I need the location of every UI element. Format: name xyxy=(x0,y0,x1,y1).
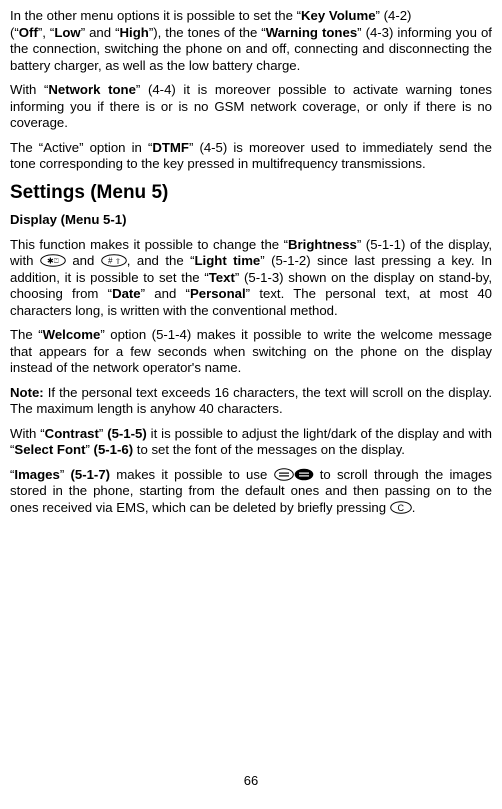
paragraph-network-tone: With “Network tone” (4-4) it is moreover… xyxy=(10,82,492,132)
key-up-icon xyxy=(274,468,294,481)
bold-date: Date xyxy=(112,286,141,301)
text: makes it possible to use xyxy=(110,467,273,482)
text: The “ xyxy=(10,327,43,342)
bold-welcome: Welcome xyxy=(43,327,101,342)
bold-off: Off xyxy=(19,25,38,40)
bold-text: Text xyxy=(209,270,235,285)
text: With “ xyxy=(10,426,45,441)
bold-warning-tones: Warning tones xyxy=(266,25,357,40)
key-down-icon xyxy=(294,468,314,481)
bold-dtmf: DTMF xyxy=(152,140,189,155)
paragraph-dtmf: The “Active” option in “DTMF” (4-5) is m… xyxy=(10,140,492,173)
text: ” xyxy=(60,467,71,482)
text: ” and “ xyxy=(141,286,190,301)
bold-contrast: Contrast xyxy=(45,426,99,441)
key-hash-icon: #⇧ xyxy=(101,254,127,267)
key-star-icon: ✱⏍ xyxy=(40,254,66,267)
text: and xyxy=(66,253,101,268)
text: The “Active” option in “ xyxy=(10,140,152,155)
text: This function makes it possible to chang… xyxy=(10,237,288,252)
svg-text:⏍: ⏍ xyxy=(54,258,59,265)
heading-display: Display (Menu 5-1) xyxy=(10,212,492,229)
text: ” and “ xyxy=(81,25,120,40)
svg-text:C: C xyxy=(397,503,404,513)
bold-high: High xyxy=(120,25,149,40)
paragraph-key-volume: In the other menu options it is possible… xyxy=(10,8,492,74)
bold-note: Note: xyxy=(10,385,44,400)
bold-select-font: Select Font xyxy=(14,442,85,457)
text: , and the “ xyxy=(127,253,195,268)
text: ” xyxy=(99,426,107,441)
bold-network-tone: Network tone xyxy=(48,82,136,97)
text: . xyxy=(412,500,416,515)
bold-light-time: Light time xyxy=(194,253,260,268)
text: ”, “ xyxy=(38,25,54,40)
paragraph-brightness: This function makes it possible to chang… xyxy=(10,237,492,320)
bold-515: (5-1-5) xyxy=(107,426,147,441)
paragraph-note: Note: If the personal text exceeds 16 ch… xyxy=(10,385,492,418)
paragraph-images: “Images” (5-1-7) makes it possible to us… xyxy=(10,467,492,517)
svg-text:✱: ✱ xyxy=(47,257,54,266)
text: ” (4-2) xyxy=(376,8,412,23)
key-c-icon: C xyxy=(390,501,412,514)
svg-text:⇧: ⇧ xyxy=(115,258,121,266)
heading-settings: Settings (Menu 5) xyxy=(10,181,492,205)
bold-display-heading: Display (Menu 5-1) xyxy=(10,212,127,227)
text: ” xyxy=(85,442,93,457)
page-number: 66 xyxy=(0,773,502,789)
svg-text:#: # xyxy=(108,257,113,266)
bold-517: (5-1-7) xyxy=(70,467,110,482)
text: In the other menu options it is possible… xyxy=(10,8,301,23)
text: to set the font of the messages on the d… xyxy=(133,442,405,457)
text: If the personal text exceeds 16 characte… xyxy=(10,385,492,417)
bold-key-volume: Key Volume xyxy=(301,8,376,23)
bold-personal: Personal xyxy=(190,286,246,301)
paragraph-welcome: The “Welcome” option (5-1-4) makes it po… xyxy=(10,327,492,377)
bold-low: Low xyxy=(54,25,80,40)
paragraph-contrast: With “Contrast” (5-1-5) it is possible t… xyxy=(10,426,492,459)
text: ”), the tones of the “ xyxy=(149,25,266,40)
text: With “ xyxy=(10,82,48,97)
bold-516: (5-1-6) xyxy=(94,442,134,457)
bold-brightness: Brightness xyxy=(288,237,357,252)
text: (“ xyxy=(10,25,19,40)
bold-images: Images xyxy=(14,467,59,482)
